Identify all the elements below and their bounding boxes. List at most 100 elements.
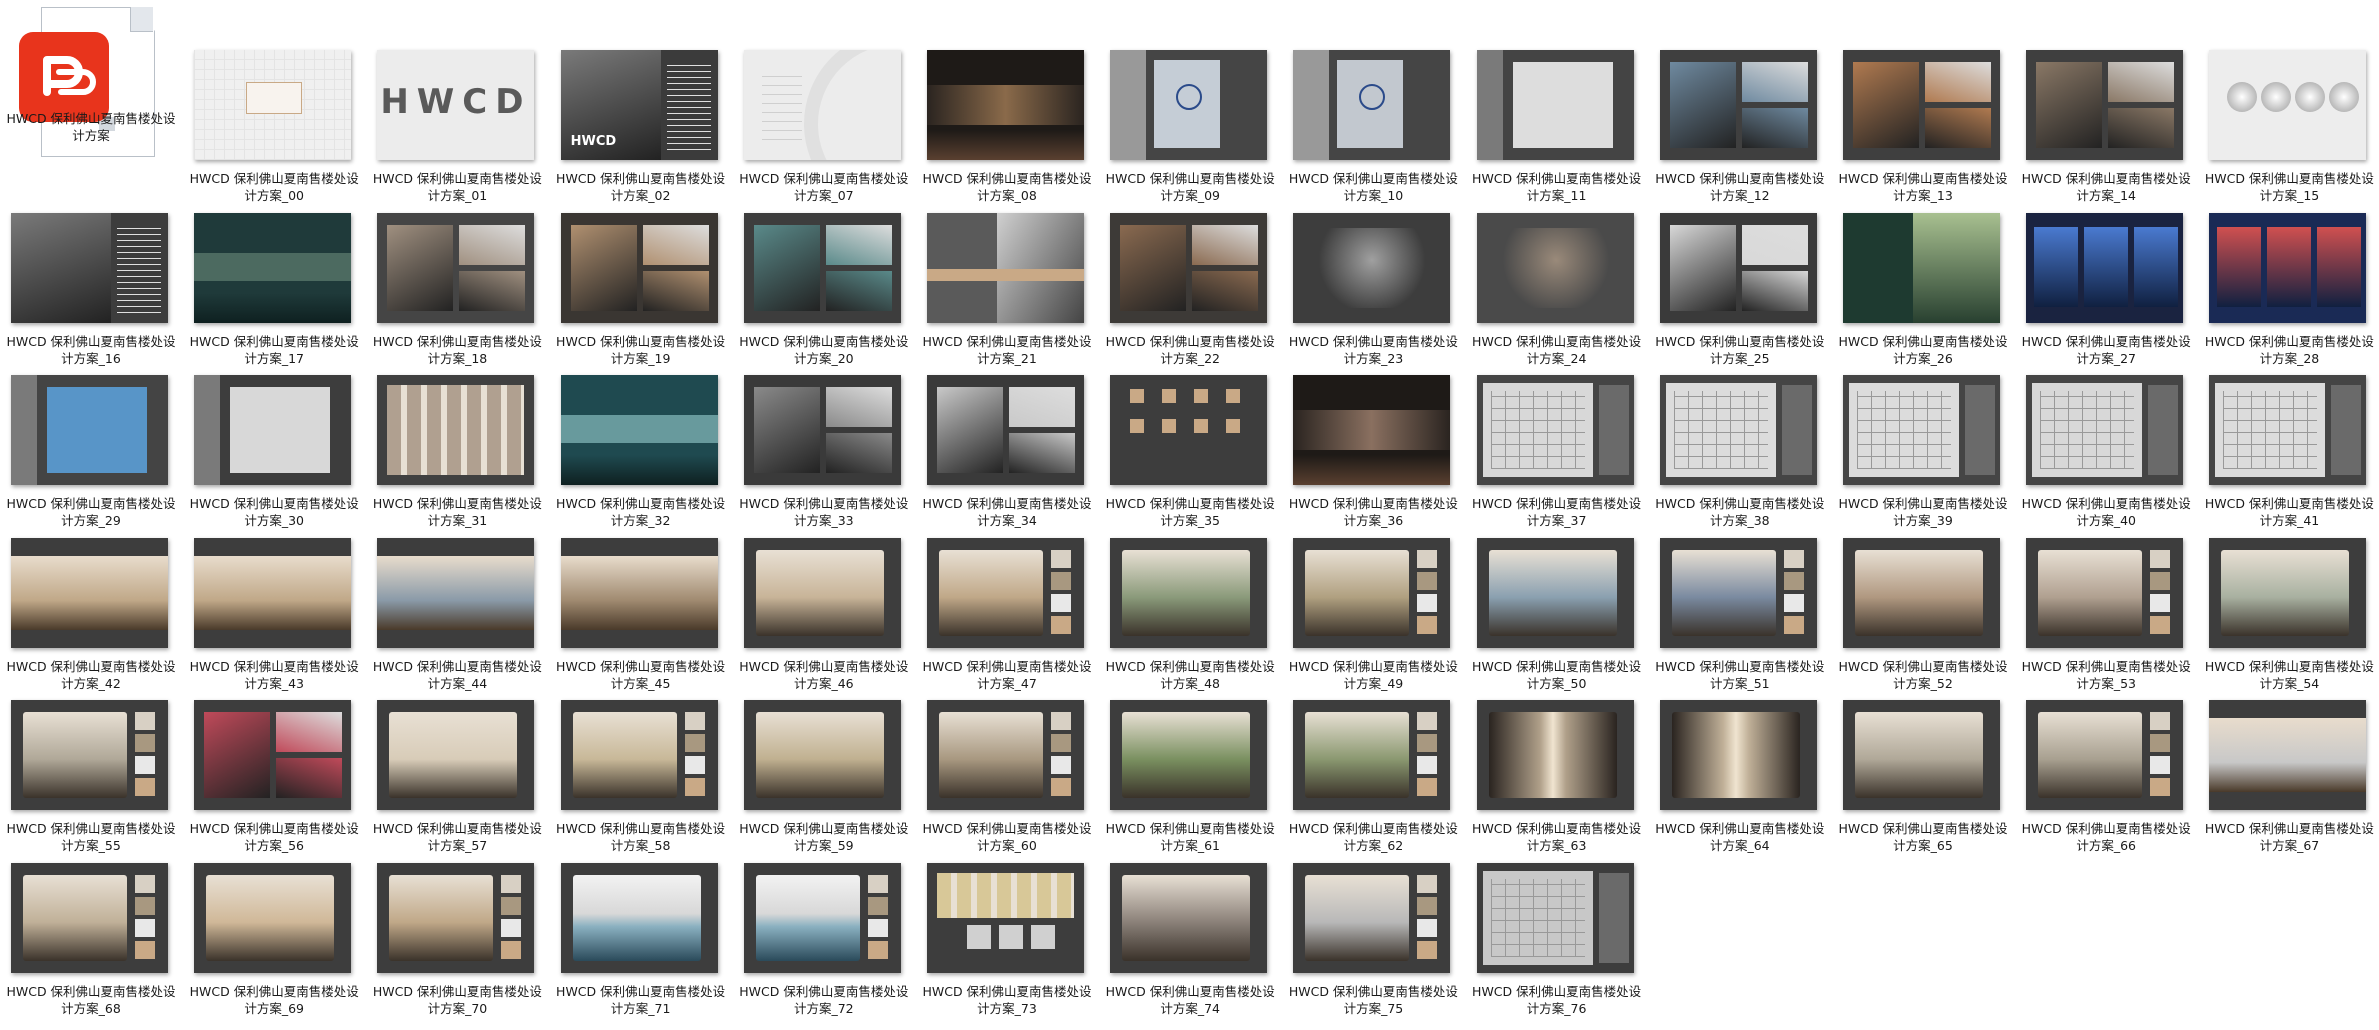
image-file-item[interactable]: HWCD 保利佛山夏南售楼处设计方案_50 <box>1470 537 1653 693</box>
image-file-item[interactable]: HWCD 保利佛山夏南售楼处设计方案_49 <box>1286 537 1469 693</box>
image-file-item[interactable]: HWCD 保利佛山夏南售楼处设计方案_31 <box>370 375 553 530</box>
image-file-item[interactable]: HWCD 保利佛山夏南售楼处设计方案_10 <box>1286 50 1469 205</box>
image-file-item[interactable]: HWCD 保利佛山夏南售楼处设计方案_23 <box>1286 212 1469 368</box>
image-file-item[interactable]: HWCD 保利佛山夏南售楼处设计方案_73 <box>920 863 1103 1018</box>
image-file-item[interactable]: HWCD 保利佛山夏南售楼处设计方案_62 <box>1286 700 1469 855</box>
image-file-item[interactable]: HWCD 保利佛山夏南售楼处设计方案_55 <box>4 700 187 855</box>
slide-thumbnail <box>2026 50 2184 160</box>
image-file-item[interactable]: HWCD 保利佛山夏南售楼处设计方案_37 <box>1470 375 1653 530</box>
image-file-item[interactable]: HWCD 保利佛山夏南售楼处设计方案_56 <box>187 700 370 855</box>
file-name-label: HWCD 保利佛山夏南售楼处设计方案_42 <box>6 658 176 691</box>
image-file-item[interactable]: HWCD 保利佛山夏南售楼处设计方案_13 <box>1836 50 2019 205</box>
image-file-item[interactable]: HWCD HWCD 保利佛山夏南售楼处设计方案_02 <box>554 50 737 205</box>
slide-thumbnail <box>560 537 718 648</box>
image-file-item[interactable]: HWCD 保利佛山夏南售楼处设计方案_71 <box>554 863 737 1018</box>
image-file-item[interactable]: HWCD 保利佛山夏南售楼处设计方案_11 <box>1470 50 1653 205</box>
file-name-label: HWCD 保利佛山夏南售楼处设计方案_51 <box>1655 658 1825 691</box>
image-file-item[interactable]: HWCD 保利佛山夏南售楼处设计方案_32 <box>554 375 737 530</box>
image-file-item[interactable]: HWCD 保利佛山夏南售楼处设计方案_09 <box>1103 50 1286 205</box>
image-file-item[interactable]: HWCD 保利佛山夏南售楼处设计方案_24 <box>1470 212 1653 368</box>
file-name-label: HWCD 保利佛山夏南售楼处设计方案_14 <box>2021 171 2191 203</box>
image-file-item[interactable]: HWCD 保利佛山夏南售楼处设计方案_70 <box>370 863 553 1018</box>
image-file-item[interactable]: HWCD 保利佛山夏南售楼处设计方案_43 <box>187 537 370 693</box>
image-file-item[interactable]: HWCD 保利佛山夏南售楼处设计方案_75 <box>1286 863 1469 1018</box>
slide-thumbnail <box>927 375 1084 486</box>
slide-thumbnail <box>1293 375 1451 486</box>
slide-thumbnail <box>11 863 168 973</box>
file-name-label: HWCD 保利佛山夏南售楼处设计方案_55 <box>6 821 176 854</box>
image-file-item[interactable]: HWCD 保利佛山夏南售楼处设计方案_39 <box>1836 375 2019 530</box>
image-file-item[interactable]: HWCD 保利佛山夏南售楼处设计方案_51 <box>1653 537 1836 693</box>
image-file-item[interactable]: HWCD 保利佛山夏南售楼处设计方案_59 <box>737 700 920 855</box>
image-file-item[interactable]: HWCD 保利佛山夏南售楼处设计方案_53 <box>2019 537 2202 693</box>
image-file-item[interactable]: HWCD 保利佛山夏南售楼处设计方案_74 <box>1103 863 1286 1018</box>
image-file-item[interactable]: HWCD 保利佛山夏南售楼处设计方案_29 <box>4 375 187 530</box>
image-file-item[interactable]: HWCD HWCD 保利佛山夏南售楼处设计方案_01 <box>370 50 553 205</box>
image-file-item[interactable]: HWCD 保利佛山夏南售楼处设计方案_69 <box>187 863 370 1018</box>
slide-thumbnail <box>194 863 352 973</box>
image-file-item[interactable]: HWCD 保利佛山夏南售楼处设计方案_72 <box>737 863 920 1018</box>
slide-thumbnail <box>1476 212 1634 323</box>
image-file-item[interactable]: HWCD 保利佛山夏南售楼处设计方案_30 <box>187 375 370 530</box>
file-name-label: HWCD 保利佛山夏南售楼处设计方案_23 <box>1288 333 1458 366</box>
image-file-item[interactable]: HWCD 保利佛山夏南售楼处设计方案_65 <box>1836 700 2019 855</box>
image-file-item[interactable]: HWCD 保利佛山夏南售楼处设计方案_68 <box>4 863 187 1018</box>
image-file-item[interactable]: HWCD 保利佛山夏南售楼处设计方案_41 <box>2202 375 2379 530</box>
image-file-item[interactable]: HWCD 保利佛山夏南售楼处设计方案_54 <box>2202 537 2379 693</box>
image-file-item[interactable]: HWCD 保利佛山夏南售楼处设计方案_44 <box>370 537 553 693</box>
file-name-label: HWCD 保利佛山夏南售楼处设计方案_46 <box>739 658 909 691</box>
image-file-item[interactable]: HWCD 保利佛山夏南售楼处设计方案_38 <box>1653 375 1836 530</box>
image-file-item[interactable]: HWCD 保利佛山夏南售楼处设计方案_61 <box>1103 700 1286 855</box>
image-file-item[interactable]: HWCD 保利佛山夏南售楼处设计方案_21 <box>920 212 1103 368</box>
slide-thumbnail <box>743 50 901 160</box>
file-name-label: HWCD 保利佛山夏南售楼处设计方案_60 <box>922 821 1092 854</box>
image-file-item[interactable]: HWCD 保利佛山夏南售楼处设计方案_48 <box>1103 537 1286 693</box>
image-file-item[interactable]: HWCD 保利佛山夏南售楼处设计方案_46 <box>737 537 920 693</box>
image-file-item[interactable]: HWCD 保利佛山夏南售楼处设计方案_60 <box>920 700 1103 855</box>
pdf-file-item[interactable]: HWCD 保利佛山夏南售楼处设计方案 <box>4 2 187 157</box>
image-file-item[interactable]: HWCD 保利佛山夏南售楼处设计方案_26 <box>1836 212 2019 368</box>
image-file-item[interactable]: HWCD 保利佛山夏南售楼处设计方案_42 <box>4 537 187 693</box>
file-name-label: HWCD 保利佛山夏南售楼处设计方案_49 <box>1288 658 1458 691</box>
image-file-item[interactable]: HWCD 保利佛山夏南售楼处设计方案_22 <box>1103 212 1286 368</box>
image-file-item[interactable]: HWCD 保利佛山夏南售楼处设计方案_25 <box>1653 212 1836 368</box>
image-file-item[interactable]: HWCD 保利佛山夏南售楼处设计方案_76 <box>1470 863 1653 1018</box>
image-file-item[interactable]: HWCD 保利佛山夏南售楼处设计方案_64 <box>1653 700 1836 855</box>
image-file-item[interactable]: HWCD 保利佛山夏南售楼处设计方案_07 <box>737 50 920 205</box>
image-file-item[interactable]: HWCD 保利佛山夏南售楼处设计方案_00 <box>187 50 370 205</box>
slide-thumbnail: HWCD <box>377 50 535 160</box>
slide-thumbnail <box>2209 537 2367 648</box>
image-file-item[interactable]: HWCD 保利佛山夏南售楼处设计方案_12 <box>1653 50 1836 205</box>
image-file-item[interactable]: HWCD 保利佛山夏南售楼处设计方案_17 <box>187 212 370 368</box>
image-file-item[interactable]: HWCD 保利佛山夏南售楼处设计方案_34 <box>920 375 1103 530</box>
image-file-item[interactable]: HWCD 保利佛山夏南售楼处设计方案_57 <box>370 700 553 855</box>
file-name-label: HWCD 保利佛山夏南售楼处设计方案_21 <box>922 333 1092 366</box>
image-file-item[interactable]: HWCD 保利佛山夏南售楼处设计方案_58 <box>554 700 737 855</box>
image-file-item[interactable]: HWCD 保利佛山夏南售楼处设计方案_18 <box>370 212 553 368</box>
image-file-item[interactable]: HWCD 保利佛山夏南售楼处设计方案_27 <box>2019 212 2202 368</box>
slide-thumbnail <box>1843 50 2000 160</box>
file-name-label: HWCD 保利佛山夏南售楼处设计方案_09 <box>1105 171 1275 203</box>
slide-thumbnail <box>1476 863 1634 973</box>
image-file-item[interactable]: HWCD 保利佛山夏南售楼处设计方案_36 <box>1286 375 1469 530</box>
image-file-item[interactable]: HWCD 保利佛山夏南售楼处设计方案_08 <box>920 50 1103 205</box>
image-file-item[interactable]: HWCD 保利佛山夏南售楼处设计方案_67 <box>2202 700 2379 855</box>
image-file-item[interactable]: HWCD 保利佛山夏南售楼处设计方案_35 <box>1103 375 1286 530</box>
slide-thumbnail <box>11 212 168 323</box>
file-name-label: HWCD 保利佛山夏南售楼处设计方案_72 <box>739 984 909 1016</box>
image-file-item[interactable]: HWCD 保利佛山夏南售楼处设计方案_28 <box>2202 212 2379 368</box>
image-file-item[interactable]: HWCD 保利佛山夏南售楼处设计方案_47 <box>920 537 1103 693</box>
slide-thumbnail <box>194 700 352 811</box>
image-file-item[interactable]: HWCD 保利佛山夏南售楼处设计方案_40 <box>2019 375 2202 530</box>
image-file-item[interactable]: HWCD 保利佛山夏南售楼处设计方案_15 <box>2202 50 2379 205</box>
image-file-item[interactable]: HWCD 保利佛山夏南售楼处设计方案_33 <box>737 375 920 530</box>
image-file-item[interactable]: HWCD 保利佛山夏南售楼处设计方案_63 <box>1470 700 1653 855</box>
image-file-item[interactable]: HWCD 保利佛山夏南售楼处设计方案_20 <box>737 212 920 368</box>
image-file-item[interactable]: HWCD 保利佛山夏南售楼处设计方案_66 <box>2019 700 2202 855</box>
image-file-item[interactable]: HWCD 保利佛山夏南售楼处设计方案_19 <box>554 212 737 368</box>
image-file-item[interactable]: HWCD 保利佛山夏南售楼处设计方案_16 <box>4 212 187 368</box>
image-file-item[interactable]: HWCD 保利佛山夏南售楼处设计方案_14 <box>2019 50 2202 205</box>
slide-thumbnail <box>2026 212 2184 323</box>
image-file-item[interactable]: HWCD 保利佛山夏南售楼处设计方案_52 <box>1836 537 2019 693</box>
image-file-item[interactable]: HWCD 保利佛山夏南售楼处设计方案_45 <box>554 537 737 693</box>
